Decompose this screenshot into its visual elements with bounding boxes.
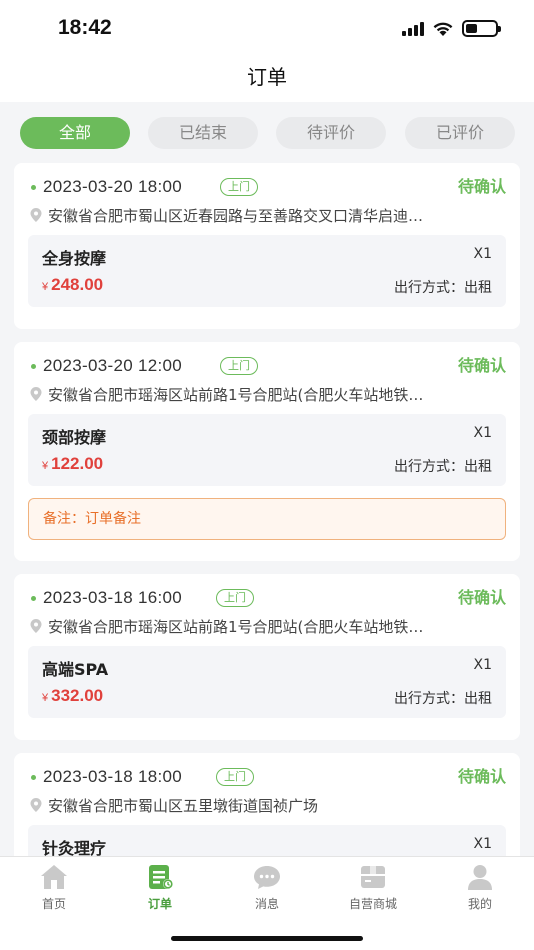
tab-orders[interactable]: 订单 bbox=[115, 863, 205, 913]
quantity: X1 bbox=[473, 425, 493, 441]
bullet-dot bbox=[31, 185, 36, 190]
battery-icon bbox=[462, 20, 501, 37]
bullet-dot bbox=[31, 596, 36, 601]
order-address: 安徽省合肥市瑶海区站前路1号合肥站(合肥火车站地铁… bbox=[30, 384, 510, 406]
status-bar: 18:42 bbox=[0, 0, 534, 56]
service-type-tag: 上门 bbox=[216, 768, 254, 786]
location-pin-icon bbox=[30, 798, 42, 812]
tab-store[interactable]: 自营商城 bbox=[328, 863, 418, 913]
message-icon bbox=[254, 866, 280, 889]
store-icon bbox=[361, 866, 385, 888]
price-value: 122.00 bbox=[51, 454, 104, 473]
bullet-dot bbox=[31, 364, 36, 369]
order-status: 待确认 bbox=[457, 588, 506, 607]
bottom-tab-bar: 首页 订单 消息 自营商城 我的 bbox=[0, 856, 534, 950]
order-status: 待确认 bbox=[457, 767, 506, 786]
bullet-dot bbox=[31, 775, 36, 780]
address-text: 安徽省合肥市瑶海区站前路1号合肥站(合肥火车站地铁… bbox=[48, 618, 424, 636]
travel-mode: 出行方式：出租 bbox=[394, 691, 492, 707]
tab-profile[interactable]: 我的 bbox=[435, 863, 525, 913]
order-address: 安徽省合肥市蜀山区近春园路与至善路交叉口清华启迪… bbox=[30, 205, 510, 227]
order-card[interactable]: 2023-03-20 12:00 上门 待确认 安徽省合肥市瑶海区站前路1号合肥… bbox=[14, 342, 520, 561]
user-icon bbox=[468, 865, 492, 890]
travel-mode: 出行方式：出租 bbox=[394, 459, 492, 475]
price: ¥122.00 bbox=[42, 454, 103, 474]
filter-tab-all[interactable]: 全部 bbox=[20, 117, 130, 149]
filter-bar: 全部 已结束 待评价 已评价 bbox=[0, 102, 534, 158]
page-title: 订单 bbox=[247, 65, 287, 89]
order-time: 2023-03-20 12:00 bbox=[43, 356, 183, 375]
address-text: 安徽省合肥市蜀山区五里墩街道国祯广场 bbox=[48, 797, 319, 815]
service-type-tag: 上门 bbox=[216, 589, 254, 607]
price: ¥332.00 bbox=[42, 686, 103, 706]
signal-icon bbox=[402, 21, 424, 36]
tab-label: 我的 bbox=[467, 897, 492, 911]
address-text: 安徽省合肥市蜀山区近春园路与至善路交叉口清华启迪… bbox=[48, 207, 424, 225]
quantity: X1 bbox=[473, 836, 493, 852]
status-time: 18:42 bbox=[58, 16, 112, 39]
location-pin-icon bbox=[30, 208, 42, 222]
price-value: 248.00 bbox=[51, 275, 104, 294]
order-status: 待确认 bbox=[457, 356, 506, 375]
filter-tab-reviewed[interactable]: 已评价 bbox=[405, 117, 515, 149]
nav-bar: 订单 bbox=[0, 56, 534, 102]
filter-tab-ended[interactable]: 已结束 bbox=[148, 117, 258, 149]
service-name: 高端SPA bbox=[42, 660, 109, 679]
order-time: 2023-03-18 16:00 bbox=[43, 588, 183, 607]
location-pin-icon bbox=[30, 387, 42, 401]
order-time: 2023-03-20 18:00 bbox=[43, 177, 183, 196]
order-address: 安徽省合肥市瑶海区站前路1号合肥站(合肥火车站地铁… bbox=[30, 616, 510, 638]
home-icon bbox=[41, 865, 67, 889]
location-pin-icon bbox=[30, 619, 42, 633]
currency-symbol: ¥ bbox=[42, 692, 49, 704]
filter-tab-pending-review[interactable]: 待评价 bbox=[276, 117, 386, 149]
currency-symbol: ¥ bbox=[42, 281, 49, 293]
order-status: 待确认 bbox=[457, 177, 506, 196]
tab-label: 首页 bbox=[41, 897, 66, 911]
home-indicator bbox=[171, 936, 363, 941]
service-type-tag: 上门 bbox=[220, 357, 258, 375]
order-icon bbox=[149, 865, 173, 889]
order-note: 备注：订单备注 bbox=[28, 498, 506, 540]
currency-symbol: ¥ bbox=[42, 460, 49, 472]
service-type-tag: 上门 bbox=[220, 178, 258, 196]
wifi-icon bbox=[433, 22, 453, 36]
quantity: X1 bbox=[473, 246, 493, 262]
quantity: X1 bbox=[473, 657, 493, 673]
tab-label: 消息 bbox=[254, 897, 279, 911]
service-box: 全身按摩 X1 ¥248.00 出行方式：出租 bbox=[28, 235, 506, 307]
order-time: 2023-03-18 18:00 bbox=[43, 767, 183, 786]
tab-label: 自营商城 bbox=[348, 897, 397, 911]
service-name: 全身按摩 bbox=[42, 249, 107, 268]
order-card[interactable]: 2023-03-20 18:00 上门 待确认 安徽省合肥市蜀山区近春园路与至善… bbox=[14, 163, 520, 329]
service-box: 颈部按摩 X1 ¥122.00 出行方式：出租 bbox=[28, 414, 506, 486]
tab-messages[interactable]: 消息 bbox=[222, 863, 312, 913]
service-name: 颈部按摩 bbox=[42, 428, 107, 447]
service-box: 高端SPA X1 ¥332.00 出行方式：出租 bbox=[28, 646, 506, 718]
address-text: 安徽省合肥市瑶海区站前路1号合肥站(合肥火车站地铁… bbox=[48, 386, 424, 404]
price: ¥248.00 bbox=[42, 275, 103, 295]
status-icons bbox=[402, 20, 501, 37]
tab-label: 订单 bbox=[147, 897, 172, 911]
order-card[interactable]: 2023-03-18 16:00 上门 待确认 安徽省合肥市瑶海区站前路1号合肥… bbox=[14, 574, 520, 740]
price-value: 332.00 bbox=[51, 686, 104, 705]
order-address: 安徽省合肥市蜀山区五里墩街道国祯广场 bbox=[30, 795, 510, 817]
tab-home[interactable]: 首页 bbox=[9, 863, 99, 913]
travel-mode: 出行方式：出租 bbox=[394, 280, 492, 296]
